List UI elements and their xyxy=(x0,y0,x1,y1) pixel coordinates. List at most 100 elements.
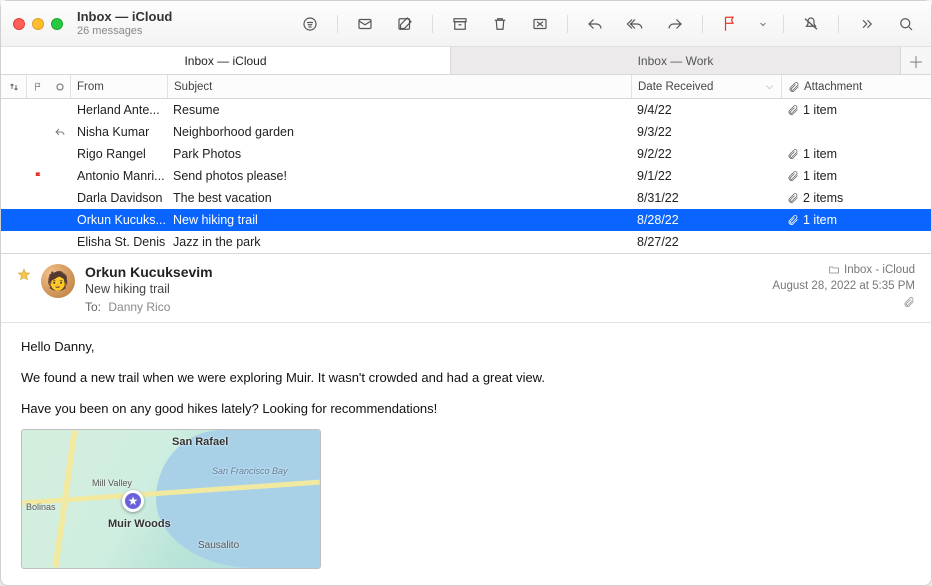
window-title: Inbox — iCloud xyxy=(77,10,172,25)
detail-folder-tag[interactable]: Inbox - iCloud xyxy=(828,264,915,276)
date-column-header[interactable]: Date Received⌵ xyxy=(631,75,781,98)
row-attachment: 1 item xyxy=(781,213,931,227)
flag-button[interactable] xyxy=(717,13,743,35)
sender-avatar[interactable]: 🧑 xyxy=(41,264,75,298)
message-detail-pane: 🧑 Orkun Kucuksevim New hiking trail To: … xyxy=(1,254,931,585)
mute-button[interactable] xyxy=(798,13,824,35)
row-attachment: 1 item xyxy=(781,103,931,117)
toolbar xyxy=(297,13,919,35)
row-date: 9/1/22 xyxy=(631,169,781,183)
flag-column-header[interactable] xyxy=(27,82,49,92)
toolbar-separator xyxy=(838,15,839,33)
row-from: Orkun Kucuks... xyxy=(71,213,167,227)
delete-button[interactable] xyxy=(487,13,513,35)
detail-timestamp: August 28, 2022 at 5:35 PM xyxy=(772,280,915,292)
row-status-cell xyxy=(49,126,71,138)
row-subject: Send photos please! xyxy=(167,169,631,183)
row-subject: New hiking trail xyxy=(167,213,631,227)
paperclip-icon xyxy=(787,170,799,182)
reply-button[interactable] xyxy=(582,13,608,35)
row-from: Nisha Kumar xyxy=(71,125,167,139)
toolbar-separator xyxy=(783,15,784,33)
paperclip-icon xyxy=(787,214,799,226)
detail-subject: New hiking trail xyxy=(85,282,762,296)
row-date: 8/27/22 xyxy=(631,235,781,249)
message-row[interactable]: Antonio Manri...Send photos please!9/1/2… xyxy=(1,165,931,187)
row-attachment: 2 items xyxy=(781,191,931,205)
map-city-label: Mill Valley xyxy=(92,476,132,490)
to-value: Danny Rico xyxy=(108,300,170,314)
row-subject: Resume xyxy=(167,103,631,117)
map-pin-label: Muir Woods xyxy=(108,516,171,534)
flag-menu-chevron-icon[interactable] xyxy=(757,13,769,35)
subject-column-header[interactable]: Subject xyxy=(167,75,631,98)
compose-button[interactable] xyxy=(392,13,418,35)
detail-to-line: To: Danny Rico xyxy=(85,300,762,314)
read-column-header[interactable] xyxy=(49,75,71,98)
sort-column-button[interactable] xyxy=(1,75,27,98)
tab-label: Inbox — Work xyxy=(638,54,714,68)
message-row[interactable]: Herland Ante...Resume9/4/221 item xyxy=(1,99,931,121)
subject-column-label: Subject xyxy=(174,81,212,93)
message-row[interactable]: Rigo RangelPark Photos9/2/221 item xyxy=(1,143,931,165)
filter-button[interactable] xyxy=(297,13,323,35)
attachment-icon[interactable] xyxy=(903,296,915,308)
minimize-window-button[interactable] xyxy=(32,18,44,30)
paperclip-icon xyxy=(787,192,799,204)
new-message-button[interactable] xyxy=(352,13,378,35)
row-from: Darla Davidson xyxy=(71,191,167,205)
toolbar-separator xyxy=(702,15,703,33)
attachment-column-header[interactable]: Attachment xyxy=(781,75,931,98)
tab-inbox-work[interactable]: Inbox — Work xyxy=(451,47,901,74)
row-date: 8/28/22 xyxy=(631,213,781,227)
maximize-window-button[interactable] xyxy=(51,18,63,30)
column-headers: From Subject Date Received⌵ Attachment xyxy=(1,75,931,99)
junk-button[interactable] xyxy=(527,13,553,35)
detail-header: 🧑 Orkun Kucuksevim New hiking trail To: … xyxy=(1,254,931,323)
close-window-button[interactable] xyxy=(13,18,25,30)
paperclip-icon xyxy=(787,148,799,160)
body-paragraph: Hello Danny, xyxy=(21,337,911,358)
map-city-label: Sausalito xyxy=(198,538,239,554)
to-label: To: xyxy=(85,300,101,314)
row-from: Antonio Manri... xyxy=(71,169,167,183)
forward-button[interactable] xyxy=(662,13,688,35)
row-from: Herland Ante... xyxy=(71,103,167,117)
title-block: Inbox — iCloud 26 messages xyxy=(77,10,172,38)
more-toolbar-button[interactable] xyxy=(853,13,879,35)
row-date: 9/2/22 xyxy=(631,147,781,161)
row-attachment-text: 1 item xyxy=(803,169,837,183)
map-attachment[interactable]: ★ Muir Woods San Rafael Sausalito Mill V… xyxy=(21,429,321,569)
tab-inbox-icloud[interactable]: Inbox — iCloud xyxy=(1,47,451,74)
row-attachment-text: 1 item xyxy=(803,213,837,227)
new-tab-button[interactable]: ＋ xyxy=(901,47,931,74)
row-flag-cell xyxy=(27,171,49,182)
flag-icon xyxy=(33,171,44,182)
row-subject: Neighborhood garden xyxy=(167,125,631,139)
row-date: 8/31/22 xyxy=(631,191,781,205)
map-city-label: Bolinas xyxy=(26,500,56,514)
toolbar-separator xyxy=(337,15,338,33)
row-subject: Park Photos xyxy=(167,147,631,161)
message-body: Hello Danny, We found a new trail when w… xyxy=(1,323,931,583)
detail-folder-label: Inbox - iCloud xyxy=(844,264,915,276)
mail-window: Inbox — iCloud 26 messages xyxy=(0,0,932,586)
map-city-label: San Rafael xyxy=(172,434,228,452)
toolbar-separator xyxy=(432,15,433,33)
body-paragraph: We found a new trail when we were explor… xyxy=(21,368,911,389)
window-subtitle: 26 messages xyxy=(77,25,172,38)
map-pin-icon: ★ xyxy=(122,490,144,512)
message-row[interactable]: Nisha KumarNeighborhood garden9/3/22 xyxy=(1,121,931,143)
message-row[interactable]: Elisha St. DenisJazz in the park8/27/22 xyxy=(1,231,931,253)
archive-button[interactable] xyxy=(447,13,473,35)
row-subject: Jazz in the park xyxy=(167,235,631,249)
message-row[interactable]: Orkun Kucuks...New hiking trail8/28/22 1 … xyxy=(1,209,931,231)
search-button[interactable] xyxy=(893,13,919,35)
message-row[interactable]: Darla DavidsonThe best vacation8/31/222 … xyxy=(1,187,931,209)
row-from: Elisha St. Denis xyxy=(71,235,167,249)
vip-star-icon[interactable] xyxy=(17,268,31,282)
body-paragraph: Have you been on any good hikes lately? … xyxy=(21,399,911,420)
from-column-header[interactable]: From xyxy=(71,81,167,93)
mailbox-tabs: Inbox — iCloud Inbox — Work ＋ xyxy=(1,47,931,75)
reply-all-button[interactable] xyxy=(622,13,648,35)
